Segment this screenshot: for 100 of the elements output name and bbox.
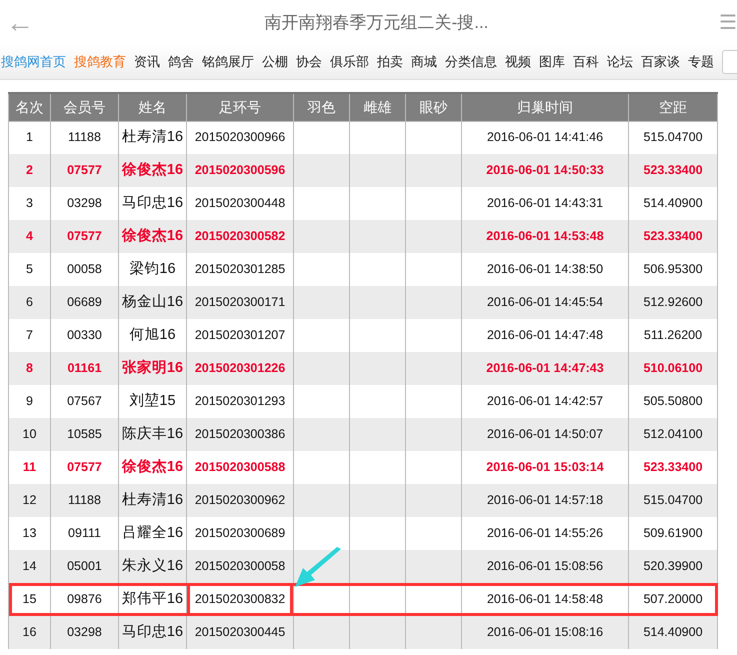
table-cell (406, 220, 462, 253)
nav-link[interactable]: 铭鸽展厅 (198, 52, 258, 72)
nav-link[interactable]: 公棚 (258, 52, 292, 72)
table-cell (406, 121, 462, 154)
column-header: 足环号 (186, 93, 294, 121)
nav-link[interactable]: 百家谈 (637, 52, 684, 72)
table-cell (406, 385, 462, 418)
arrow-icon (293, 547, 343, 589)
nav-link[interactable]: 协会 (292, 52, 326, 72)
table-cell: 陈庆丰16 (118, 418, 186, 451)
table-cell (294, 187, 350, 220)
table-cell: 2015020300445 (186, 616, 294, 649)
table-cell (350, 187, 406, 220)
table-cell: 2015020300058 (186, 550, 294, 583)
table-cell: 16 (8, 616, 50, 649)
table-cell (350, 550, 406, 583)
table-cell: 梁钧16 (118, 253, 186, 286)
table-cell: 09876 (50, 583, 118, 616)
table-cell (406, 550, 462, 583)
table-cell (294, 121, 350, 154)
table-cell: 2016-06-01 15:08:16 (462, 616, 628, 649)
nav-link[interactable]: 俱乐部 (326, 52, 373, 72)
table-cell: 2015020300832 (186, 583, 294, 616)
table-cell (350, 352, 406, 385)
table-cell (294, 319, 350, 352)
table-cell: 03298 (50, 187, 118, 220)
table-cell (294, 418, 350, 451)
nav-link[interactable]: 拍卖 (373, 52, 407, 72)
table-cell: 510.06100 (628, 352, 718, 385)
table-cell: 马印忠16 (118, 616, 186, 649)
table-cell: 515.04700 (628, 484, 718, 517)
table-cell: 2015020300966 (186, 121, 294, 154)
table-cell: 512.04100 (628, 418, 718, 451)
table-cell: 朱永义16 (118, 550, 186, 583)
nav-link[interactable]: 论坛 (603, 52, 637, 72)
table-cell: 507.20000 (628, 583, 718, 616)
table-cell: 15 (8, 583, 50, 616)
table-cell: 07577 (50, 154, 118, 187)
table-cell: 徐俊杰16 (118, 451, 186, 484)
table-cell (350, 616, 406, 649)
table-cell: 2015020300448 (186, 187, 294, 220)
table-cell: 2016-06-01 14:45:54 (462, 286, 628, 319)
nav-button[interactable] (722, 50, 737, 74)
table-cell: 09111 (50, 517, 118, 550)
table-cell: 2016-06-01 14:42:57 (462, 385, 628, 418)
nav-link[interactable]: 专题 (684, 52, 718, 72)
table-cell: 2015020301285 (186, 253, 294, 286)
table-cell: 00330 (50, 319, 118, 352)
table-cell: 523.33400 (628, 220, 718, 253)
table-cell (294, 517, 350, 550)
table-cell: 13 (8, 517, 50, 550)
table-cell: 2016-06-01 14:50:07 (462, 418, 628, 451)
nav-link[interactable]: 图库 (535, 52, 569, 72)
table-cell (350, 517, 406, 550)
table-cell: 509.61900 (628, 517, 718, 550)
table-cell: 10585 (50, 418, 118, 451)
column-header: 眼砂 (406, 93, 462, 121)
nav-link[interactable]: 百科 (569, 52, 603, 72)
table-cell (350, 121, 406, 154)
table-cell (350, 286, 406, 319)
nav-link[interactable]: 资讯 (130, 52, 164, 72)
nav-link[interactable]: 分类信息 (441, 52, 501, 72)
table-cell (406, 154, 462, 187)
table-cell (294, 484, 350, 517)
table-cell: 2016-06-01 14:47:43 (462, 352, 628, 385)
table-cell (294, 154, 350, 187)
table-cell: 2016-06-01 14:50:33 (462, 154, 628, 187)
table-cell (294, 220, 350, 253)
table-cell: 2016-06-01 14:47:48 (462, 319, 628, 352)
table-cell (294, 286, 350, 319)
table-cell: 杨金山16 (118, 286, 186, 319)
table-cell: 杜寿清16 (118, 121, 186, 154)
table-cell (406, 352, 462, 385)
table-cell: 2016-06-01 14:58:48 (462, 583, 628, 616)
table-cell: 2016-06-01 15:03:14 (462, 451, 628, 484)
column-header: 雌雄 (350, 93, 406, 121)
table-cell: 520.39900 (628, 550, 718, 583)
table-cell: 2015020300596 (186, 154, 294, 187)
table-cell: 吕耀全16 (118, 517, 186, 550)
nav-link[interactable]: 商城 (407, 52, 441, 72)
table-cell: 00058 (50, 253, 118, 286)
table-cell (350, 253, 406, 286)
table-cell: 511.26200 (628, 319, 718, 352)
column-header: 空距 (628, 93, 718, 121)
table-cell: 07577 (50, 220, 118, 253)
table-cell: 2015020301293 (186, 385, 294, 418)
table-cell: 11 (8, 451, 50, 484)
nav-link[interactable]: 视频 (501, 52, 535, 72)
table-cell (350, 385, 406, 418)
table-cell: 2016-06-01 14:57:18 (462, 484, 628, 517)
column-header: 会员号 (50, 93, 118, 121)
table-cell: 徐俊杰16 (118, 220, 186, 253)
table-cell: 7 (8, 319, 50, 352)
nav-link[interactable]: 鸽舍 (164, 52, 198, 72)
table-cell (350, 154, 406, 187)
table-cell (294, 583, 350, 616)
table-cell (406, 418, 462, 451)
table-cell: 523.33400 (628, 451, 718, 484)
table-cell: 4 (8, 220, 50, 253)
table-cell: 505.50800 (628, 385, 718, 418)
